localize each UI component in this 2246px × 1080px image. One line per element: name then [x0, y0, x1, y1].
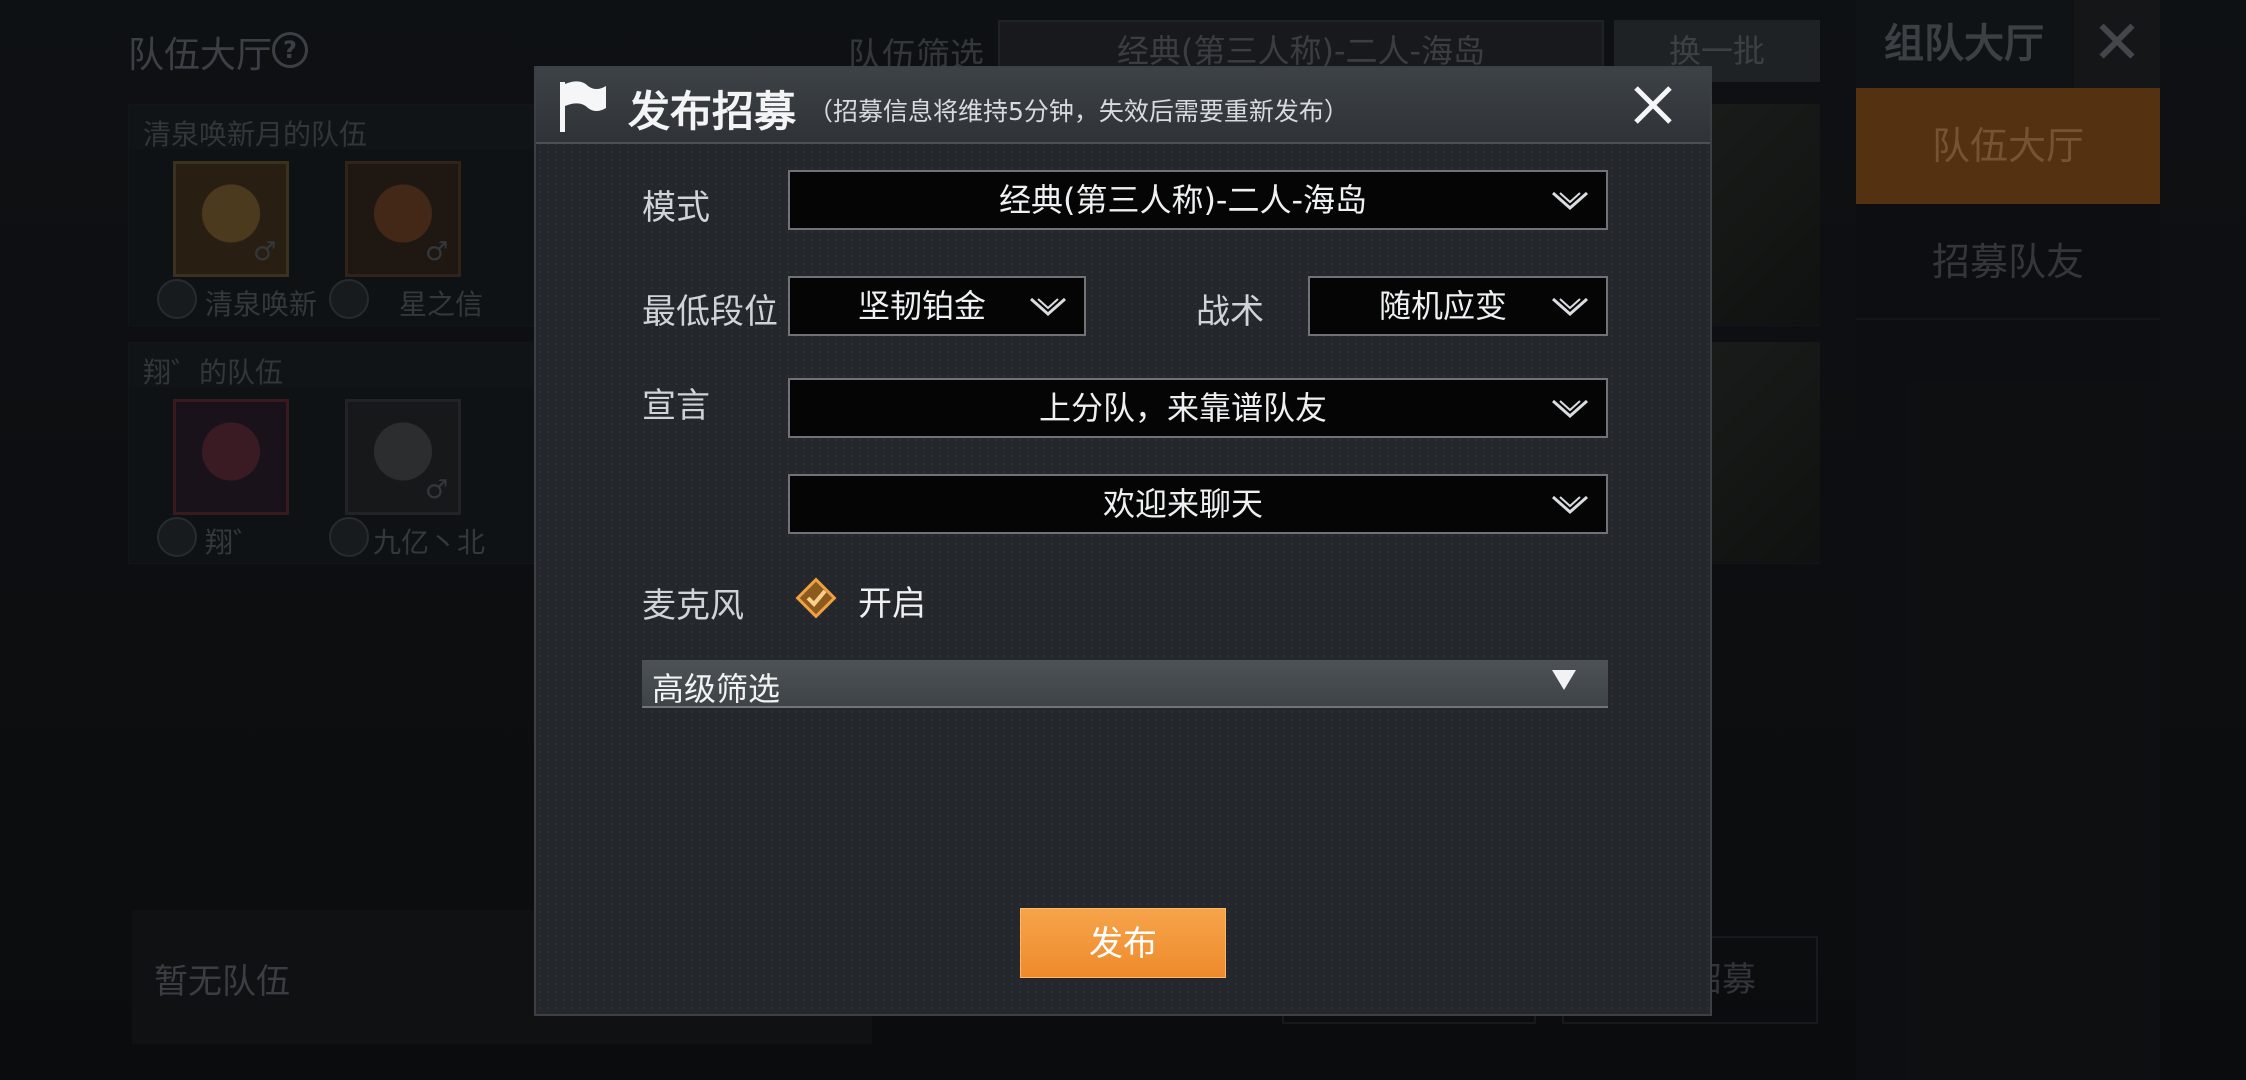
chevron-down-icon	[1552, 399, 1588, 419]
tactic-dropdown[interactable]: 随机应变	[1308, 276, 1608, 336]
checkbox-checked-icon[interactable]	[794, 576, 838, 620]
advanced-filter-toggle[interactable]: 高级筛选	[642, 660, 1608, 708]
chevron-down-icon	[1552, 297, 1588, 317]
mode-dropdown[interactable]: 经典(第三人称)-二人-海岛	[788, 170, 1608, 230]
mic-label: 麦克风	[642, 586, 744, 626]
manifesto-value-2: 欢迎来聊天	[1102, 485, 1263, 523]
dialog-subtitle: （招募信息将维持5分钟，失效后需要重新发布）	[808, 97, 1349, 126]
flag-icon	[560, 81, 606, 132]
mode-value: 经典(第三人称)-二人-海岛	[998, 181, 1368, 219]
manifesto-dropdown-2[interactable]: 欢迎来聊天	[788, 474, 1608, 534]
manifesto-label: 宣言	[642, 386, 710, 426]
chevron-down-icon	[1552, 191, 1588, 211]
mic-state-text: 开启	[858, 584, 926, 624]
chevron-down-icon	[1030, 297, 1066, 317]
dialog-header: 发布招募 （招募信息将维持5分钟，失效后需要重新发布）	[536, 68, 1710, 144]
tactic-label: 战术	[1196, 292, 1264, 332]
dialog-title: 发布招募	[628, 87, 797, 136]
chevron-down-icon	[1552, 495, 1588, 515]
manifesto-dropdown-1[interactable]: 上分队，来靠谱队友	[788, 378, 1608, 438]
close-icon[interactable]	[1628, 80, 1678, 130]
advanced-filter-label: 高级筛选	[652, 670, 781, 708]
min-rank-dropdown[interactable]: 坚韧铂金	[788, 276, 1086, 336]
min-rank-label: 最低段位	[642, 292, 778, 332]
triangle-down-icon	[1552, 670, 1576, 690]
publish-button[interactable]: 发布	[1020, 908, 1226, 978]
publish-recruit-dialog: 发布招募 （招募信息将维持5分钟，失效后需要重新发布） 模式 经典(第三人称)-…	[534, 66, 1712, 1016]
manifesto-value-1: 上分队，来靠谱队友	[1038, 389, 1327, 427]
mode-label: 模式	[642, 188, 710, 228]
